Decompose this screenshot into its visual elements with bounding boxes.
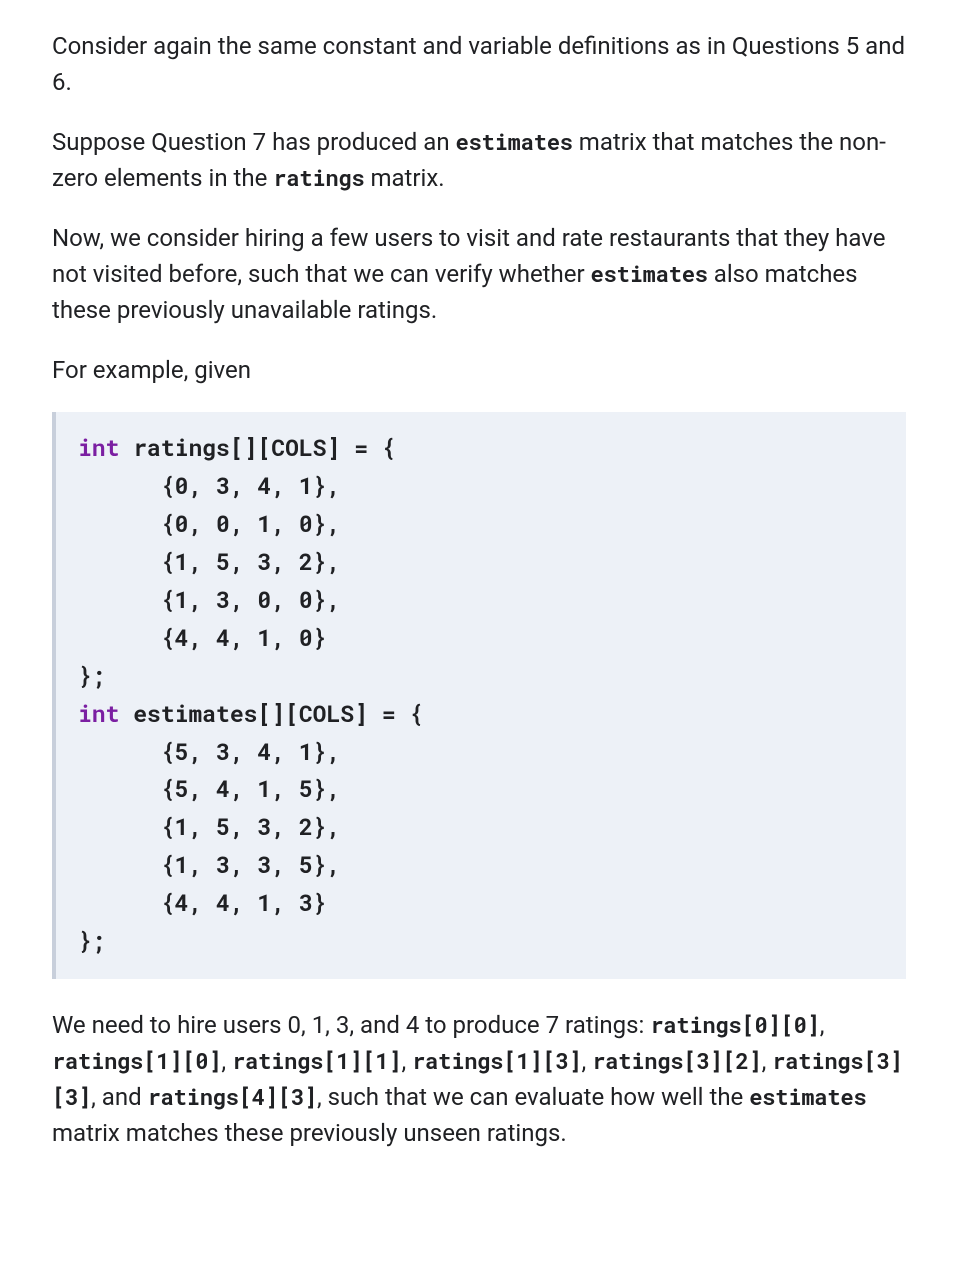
text: Consider again the same constant and var… — [52, 32, 905, 96]
code-row: {5, 4, 1, 5}, — [78, 774, 340, 804]
text: We need to hire users 0, 1, 3, and 4 to … — [52, 1011, 650, 1039]
code-row: {1, 3, 3, 5}, — [78, 850, 340, 880]
text: , — [582, 1047, 593, 1075]
code-row: {1, 3, 0, 0}, — [78, 585, 340, 615]
code-inline-estimates: estimates — [456, 127, 573, 156]
text: , and — [91, 1083, 147, 1111]
text: , — [221, 1047, 232, 1075]
code-close: }; — [78, 661, 106, 691]
code-row: {1, 5, 3, 2}, — [78, 547, 340, 577]
code-inline-ratings-ref: ratings[1][0] — [52, 1046, 221, 1075]
identifier-estimates: estimates — [133, 699, 257, 729]
identifier-ratings: ratings — [133, 433, 230, 463]
space — [119, 699, 133, 729]
code-block: int ratings[][COLS] = { {0, 3, 4, 1}, {0… — [52, 412, 906, 979]
code-inline-ratings-ref: ratings[1][1] — [232, 1046, 401, 1075]
code-inline-estimates: estimates — [749, 1082, 866, 1111]
intro-paragraph-2: Suppose Question 7 has produced an estim… — [52, 124, 906, 196]
conclusion-paragraph: We need to hire users 0, 1, 3, and 4 to … — [52, 1007, 906, 1151]
code-row: {4, 4, 1, 0} — [78, 623, 326, 653]
text: , such that we can evaluate how well the — [317, 1083, 749, 1111]
code-inline-ratings-ref: ratings[1][3] — [412, 1046, 581, 1075]
code-inline-ratings: ratings — [273, 163, 364, 192]
text: matrix. — [365, 164, 445, 192]
intro-paragraph-1: Consider again the same constant and var… — [52, 28, 906, 100]
decl-tail: [][COLS] = { — [257, 699, 423, 729]
text: For example, given — [52, 356, 251, 384]
text: , — [820, 1011, 825, 1039]
code-inline-ratings-ref: ratings[4][3] — [148, 1082, 317, 1111]
code-row: {5, 3, 4, 1}, — [78, 737, 340, 767]
decl-tail: [][COLS] = { — [230, 433, 396, 463]
code-row: {0, 0, 1, 0}, — [78, 509, 340, 539]
code-inline-ratings-ref: ratings[3][2] — [592, 1046, 761, 1075]
keyword-int: int — [78, 699, 119, 729]
code-inline-estimates: estimates — [591, 259, 708, 288]
intro-paragraph-3: Now, we consider hiring a few users to v… — [52, 220, 906, 328]
code-inline-ratings-ref: ratings[0][0] — [650, 1010, 819, 1039]
code-close: }; — [78, 926, 106, 956]
code-row: {1, 5, 3, 2}, — [78, 812, 340, 842]
example-lead-in: For example, given — [52, 352, 906, 388]
text: Suppose Question 7 has produced an — [52, 128, 456, 156]
text: , — [762, 1047, 773, 1075]
code-row: {4, 4, 1, 3} — [78, 888, 326, 918]
text: , — [401, 1047, 412, 1075]
keyword-int: int — [78, 433, 119, 463]
code-row: {0, 3, 4, 1}, — [78, 471, 340, 501]
text: matrix matches these previously unseen r… — [52, 1119, 567, 1147]
space — [119, 433, 133, 463]
